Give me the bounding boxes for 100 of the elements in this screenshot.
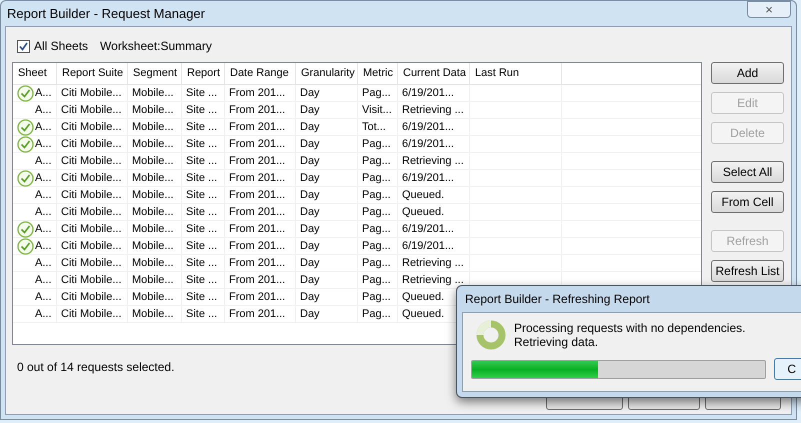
table-cell-text: From 201... bbox=[229, 238, 286, 254]
column-header[interactable]: Report Suite bbox=[57, 63, 128, 84]
table-cell-text: Day bbox=[300, 120, 320, 135]
table-cell-text: Day bbox=[300, 136, 320, 152]
table-cell-text: Citi Mobile... bbox=[61, 136, 122, 152]
table-cell-text: Citi Mobile... bbox=[61, 120, 122, 135]
table-cell-text: Citi Mobile... bbox=[61, 290, 122, 305]
table-cell-text: From 201... bbox=[229, 204, 286, 220]
all-sheets-checkbox[interactable] bbox=[17, 40, 30, 52]
table-cell-text: Retrieving ... bbox=[402, 102, 464, 118]
table-cell-text: Day bbox=[300, 170, 320, 186]
table-cell-text: A... bbox=[35, 204, 52, 220]
table-cell-text: Pag... bbox=[362, 136, 391, 152]
table-cell-text: From 201... bbox=[229, 290, 286, 305]
table-cell-text: Site ... bbox=[186, 290, 218, 305]
table-cell-text: Citi Mobile... bbox=[61, 102, 122, 118]
table-cell-text: 6/19/201... bbox=[402, 120, 454, 135]
table-cell-text: From 201... bbox=[229, 222, 286, 237]
table-cell-text: Site ... bbox=[186, 120, 218, 135]
table-cell-text: Site ... bbox=[186, 222, 218, 237]
cancel-button[interactable]: C bbox=[774, 358, 801, 380]
table-cell-text: From 201... bbox=[229, 86, 286, 101]
side-button[interactable]: Add bbox=[711, 62, 784, 84]
table-cell-text: Pag... bbox=[362, 306, 391, 322]
table-cell-text: From 201... bbox=[229, 136, 286, 152]
table-cell-text: Pag... bbox=[362, 188, 391, 203]
table-cell-text: Site ... bbox=[186, 154, 218, 169]
table-cell-text: Citi Mobile... bbox=[61, 272, 122, 288]
table-cell-text: From 201... bbox=[229, 188, 286, 203]
table-cell-text: Mobile... bbox=[132, 170, 174, 186]
table-cell-text: Mobile... bbox=[132, 290, 174, 305]
table-cell-text: Citi Mobile... bbox=[61, 238, 122, 254]
table-cell-text: Mobile... bbox=[132, 136, 174, 152]
table-cell-text: From 201... bbox=[229, 272, 286, 288]
column-header[interactable]: Last Run bbox=[470, 63, 562, 84]
column-header[interactable]: Segment bbox=[128, 63, 182, 84]
table-cell-text: Day bbox=[300, 222, 320, 237]
table-cell-text: Day bbox=[300, 290, 320, 305]
table-cell-text: A... bbox=[35, 238, 52, 254]
column-header[interactable]: Report bbox=[182, 63, 225, 84]
table-cell-text: From 201... bbox=[229, 154, 286, 169]
table-cell-text: Mobile... bbox=[132, 306, 174, 322]
table-cell-text: From 201... bbox=[229, 102, 286, 118]
table-cell-text: Pag... bbox=[362, 154, 391, 169]
table-cell-text: Mobile... bbox=[132, 222, 174, 237]
table-cell-text: A... bbox=[35, 256, 52, 271]
table-cell-text: Citi Mobile... bbox=[61, 154, 122, 169]
table-cell-text: Mobile... bbox=[132, 272, 174, 288]
table-cell-text: Pag... bbox=[362, 86, 391, 101]
table-cell-text: Queued. bbox=[402, 188, 444, 203]
table-cell-text: Pag... bbox=[362, 222, 391, 237]
side-button[interactable]: Select All bbox=[711, 161, 784, 183]
table-cell-text: Day bbox=[300, 256, 320, 271]
table-cell-text: Citi Mobile... bbox=[61, 170, 122, 186]
dialog-message: Retrieving data. bbox=[514, 335, 600, 349]
table-cell-text: Visit... bbox=[362, 102, 392, 118]
column-header[interactable]: Date Range bbox=[225, 63, 296, 84]
table-cell-text: 6/19/201... bbox=[402, 222, 454, 237]
table-cell-text: Pag... bbox=[362, 256, 391, 271]
table-cell-text: Site ... bbox=[186, 256, 218, 271]
worksheet-label: Worksheet:Summary bbox=[100, 38, 212, 55]
table-cell-text: Queued. bbox=[402, 306, 444, 322]
table-cell-text: Citi Mobile... bbox=[61, 222, 122, 237]
table-cell-text: Pag... bbox=[362, 272, 391, 288]
column-header[interactable]: Sheet bbox=[13, 63, 57, 84]
table-cell-text: Day bbox=[300, 86, 320, 101]
table-cell-text: A... bbox=[35, 102, 52, 118]
table-cell-text: Site ... bbox=[186, 170, 218, 186]
table-cell-text: Retrieving ... bbox=[402, 272, 464, 288]
table-cell-text: Day bbox=[300, 154, 320, 169]
table-cell-text: Site ... bbox=[186, 204, 218, 220]
table-cell-text: Day bbox=[300, 204, 320, 220]
table-cell-text: Mobile... bbox=[132, 86, 174, 101]
side-button[interactable]: Refresh List bbox=[711, 260, 784, 282]
table-cell-text: Mobile... bbox=[132, 256, 174, 271]
table-cell-text: Site ... bbox=[186, 306, 218, 322]
dialog-message: Processing requests with no dependencies. bbox=[514, 321, 746, 335]
table-cell-text: From 201... bbox=[229, 256, 286, 271]
table-cell-text: A... bbox=[35, 188, 52, 203]
column-header[interactable]: Metric bbox=[358, 63, 398, 84]
table-cell-text: Site ... bbox=[186, 272, 218, 288]
table-cell-text: Site ... bbox=[186, 136, 218, 152]
column-header[interactable]: Granularity bbox=[296, 63, 358, 84]
dialog-title: Report Builder - Refreshing Report bbox=[465, 291, 650, 308]
table-cell-text: Queued. bbox=[402, 290, 444, 305]
table-cell-text: Pag... bbox=[362, 204, 391, 220]
table-cell-text: Mobile... bbox=[132, 102, 174, 118]
column-header[interactable]: Current Data bbox=[398, 63, 470, 84]
table-cell-text: Day bbox=[300, 188, 320, 203]
table-cell-text: 6/19/201... bbox=[402, 136, 454, 152]
table-cell-text: Mobile... bbox=[132, 120, 174, 135]
table-cell-text: A... bbox=[35, 306, 52, 322]
table-cell-text: Day bbox=[300, 272, 320, 288]
table-cell-text: A... bbox=[35, 136, 52, 152]
close-button[interactable]: × bbox=[747, 1, 791, 18]
side-button[interactable]: From Cell bbox=[711, 191, 784, 213]
table-cell-text: From 201... bbox=[229, 306, 286, 322]
table-cell-text: Citi Mobile... bbox=[61, 306, 122, 322]
table-cell-text: 6/19/201... bbox=[402, 170, 454, 186]
table-cell-text: A... bbox=[35, 170, 52, 186]
